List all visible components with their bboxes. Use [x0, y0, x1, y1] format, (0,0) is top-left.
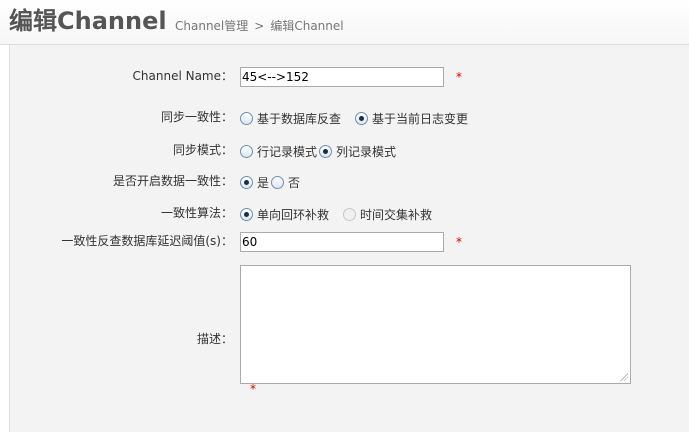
description-label: 描述： — [196, 332, 233, 346]
lag-threshold-required-mark: * — [456, 235, 462, 249]
description-required-mark: * — [250, 382, 256, 396]
radio-label: 是 — [257, 175, 270, 190]
description-row: 描述： — [10, 265, 689, 385]
consistency-algorithm-option-time-intersection: 时间交集补救 — [343, 206, 432, 223]
breadcrumb-current: 编辑Channel — [270, 19, 344, 33]
breadcrumb: Channel管理 > 编辑Channel — [175, 18, 344, 34]
consistency-algorithm-label: 一致性算法： — [160, 206, 233, 220]
description-textarea[interactable] — [240, 265, 631, 384]
radio-label: 基于数据库反查 — [257, 111, 342, 126]
lag-threshold-control: * — [240, 229, 462, 255]
resize-grip-icon[interactable] — [620, 373, 628, 381]
radio-label: 时间交集补救 — [360, 207, 433, 222]
radio-label: 单向回环补救 — [257, 207, 330, 222]
lag-threshold-input[interactable] — [240, 232, 444, 252]
lag-threshold-label: 一致性反查数据库延迟阈值(s)： — [61, 234, 233, 248]
radio-button[interactable] — [271, 175, 285, 189]
lag-threshold-row: 一致性反查数据库延迟阈值(s)： * — [10, 229, 689, 255]
channel-name-input[interactable] — [240, 67, 444, 87]
consistency-algorithm-option-loop[interactable]: 单向回环补救 — [240, 206, 329, 223]
breadcrumb-parent-link[interactable]: Channel管理 — [175, 19, 248, 33]
radio-button[interactable] — [240, 111, 253, 125]
enable-consistency-radios: 是 否 — [240, 169, 314, 195]
radio-label: 基于当前日志变更 — [372, 111, 469, 126]
channel-name-label: Channel Name： — [132, 69, 233, 83]
sync-mode-label: 同步模式： — [172, 143, 233, 157]
sync-consistency-row: 同步一致性： 基于数据库反查 基于当前日志变更 — [10, 105, 689, 131]
radio-label: 行记录模式 — [257, 144, 318, 159]
channel-name-control: * — [240, 64, 462, 90]
radio-button[interactable] — [240, 144, 253, 158]
enable-consistency-option-yes[interactable]: 是 — [240, 174, 269, 191]
form-panel: Channel Name： * 同步一致性： 基于数据库反查 基于当前日志变更 … — [9, 45, 689, 432]
sync-mode-option-column[interactable]: 列记录模式 — [319, 143, 396, 160]
radio-label: 列记录模式 — [336, 144, 397, 159]
enable-consistency-option-no[interactable]: 否 — [271, 174, 300, 191]
channel-name-required-mark: * — [456, 70, 462, 84]
radio-label: 否 — [288, 175, 301, 190]
radio-button-checked[interactable] — [319, 144, 333, 158]
sync-mode-option-row[interactable]: 行记录模式 — [240, 143, 317, 160]
sync-consistency-radios: 基于数据库反查 基于当前日志变更 — [240, 105, 482, 131]
radio-button-checked[interactable] — [355, 111, 369, 125]
sync-consistency-option-log-change[interactable]: 基于当前日志变更 — [355, 110, 468, 127]
consistency-algorithm-row: 一致性算法： 单向回环补救 时间交集补救 — [10, 201, 689, 227]
enable-consistency-row: 是否开启数据一致性： 是 否 — [10, 169, 689, 195]
breadcrumb-separator: > — [254, 19, 265, 33]
sync-mode-row: 同步模式： 行记录模式 列记录模式 — [10, 138, 689, 164]
radio-button-checked[interactable] — [240, 207, 253, 221]
sync-consistency-label: 同步一致性： — [160, 110, 233, 124]
page-title: 编辑Channel — [9, 7, 167, 35]
sync-mode-radios: 行记录模式 列记录模式 — [240, 138, 410, 164]
channel-name-row: Channel Name： * — [10, 64, 689, 90]
radio-button-checked[interactable] — [240, 175, 253, 189]
sync-consistency-option-db-check[interactable]: 基于数据库反查 — [240, 110, 341, 127]
consistency-algorithm-radios: 单向回环补救 时间交集补救 — [240, 201, 446, 227]
enable-consistency-label: 是否开启数据一致性： — [112, 174, 233, 188]
radio-button-disabled — [343, 207, 357, 221]
page-header: 编辑Channel Channel管理 > 编辑Channel — [0, 0, 689, 45]
